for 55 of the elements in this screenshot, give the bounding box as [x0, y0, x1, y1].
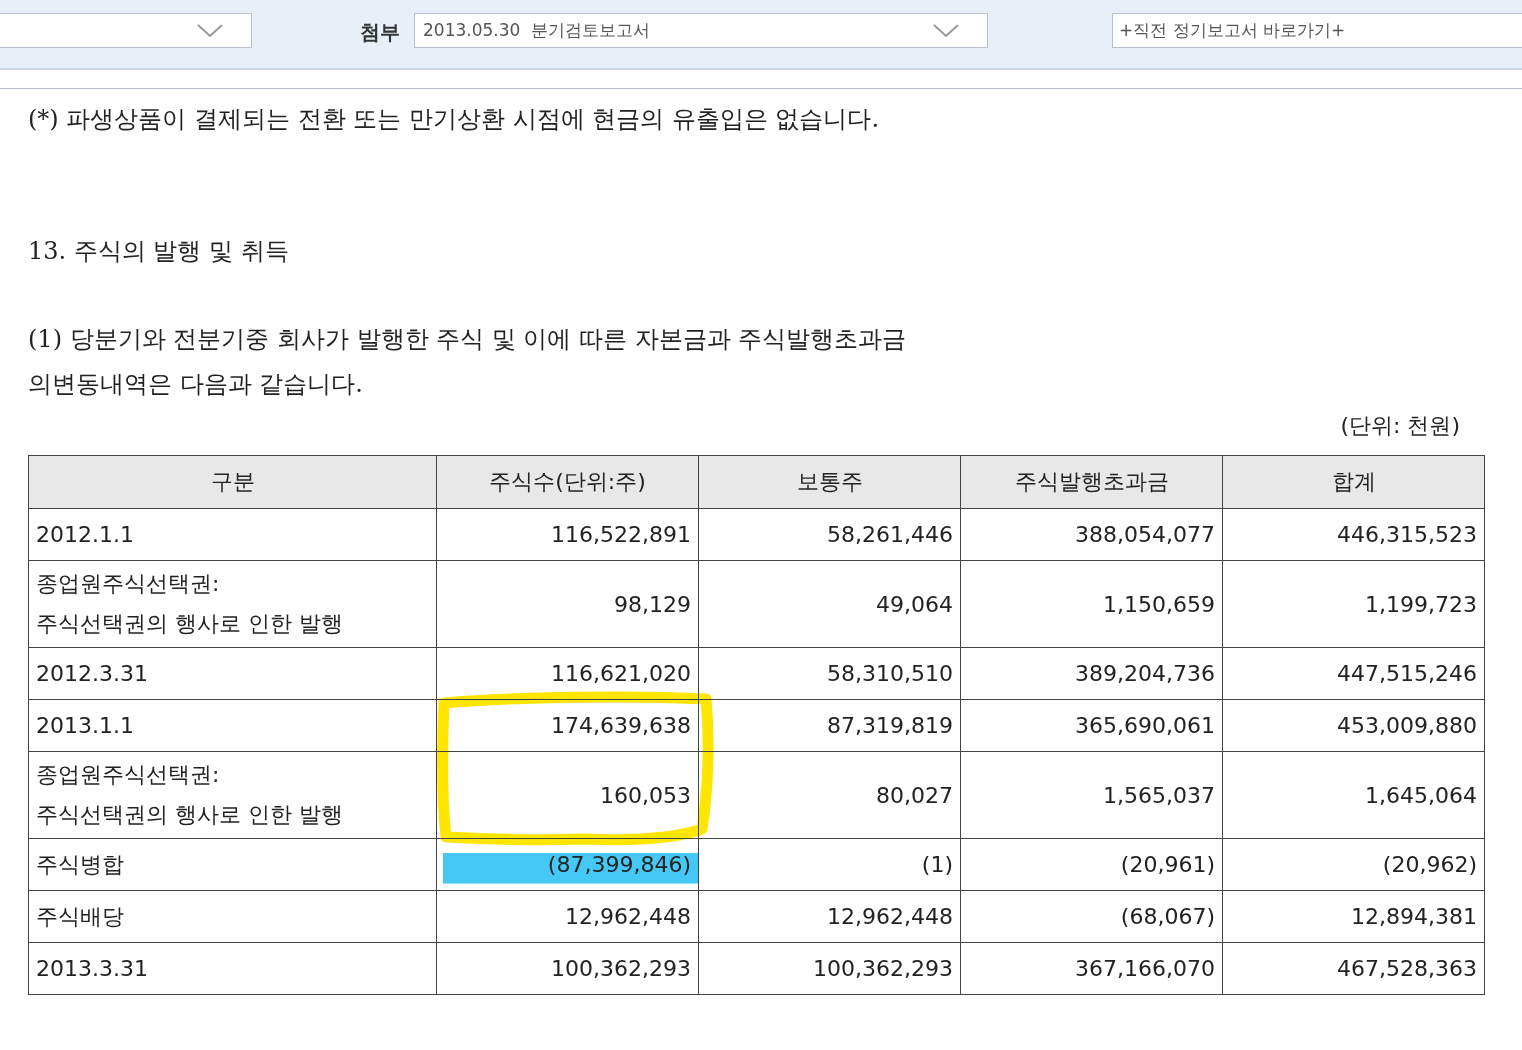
table-cell: 2012.1.1 — [28, 508, 437, 561]
table-cell: 49,064 — [698, 560, 961, 648]
table-cell: (68,067) — [960, 890, 1223, 943]
chevron-down-icon — [933, 23, 959, 38]
column-header: 합계 — [1222, 455, 1485, 509]
table-cell: 58,261,446 — [698, 508, 961, 561]
column-header: 보통주 — [698, 455, 961, 509]
attach-label: 첨부 — [360, 19, 400, 46]
table-cell: 1,565,037 — [960, 751, 1223, 839]
table-cell: 367,166,070 — [960, 942, 1223, 995]
table-cell: 종업원주식선택권: 주식선택권의 행사로 인한 발행 — [28, 751, 437, 839]
chevron-down-icon — [197, 23, 223, 38]
section-title: 13. 주식의 발행 및 취득 — [28, 236, 290, 267]
table-cell: 12,962,448 — [436, 890, 699, 943]
table-cell: 100,362,293 — [436, 942, 699, 995]
shortcut-field[interactable]: +직전 정기보고서 바로가기+ — [1112, 13, 1522, 48]
table-cell: (20,962) — [1222, 838, 1485, 891]
table-cell: 58,310,510 — [698, 647, 961, 700]
unit-label: (단위: 천원) — [1340, 412, 1460, 440]
table-cell: (20,961) — [960, 838, 1223, 891]
note-text: (*) 파생상품이 결제되는 전환 또는 만기상환 시점에 현금의 유출입은 없습니다. — [28, 104, 880, 135]
table-cell: 2013.1.1 — [28, 699, 437, 752]
table-cell: 1,199,723 — [1222, 560, 1485, 648]
table-cell: 100,362,293 — [698, 942, 961, 995]
table-cell: 87,319,819 — [698, 699, 961, 752]
table-cell: 116,522,891 — [436, 508, 699, 561]
table-cell: 467,528,363 — [1222, 942, 1485, 995]
table-cell: 453,009,880 — [1222, 699, 1485, 752]
column-header: 주식수(단위:주) — [436, 455, 699, 509]
attachment-select[interactable]: 2013.05.30 분기검토보고서 — [414, 13, 988, 48]
table-cell: 174,639,638 — [436, 699, 699, 752]
table-cell: 2012.3.31 — [28, 647, 437, 700]
table-cell: 160,053 — [436, 751, 699, 839]
table-cell: 447,515,246 — [1222, 647, 1485, 700]
table-cell: 389,204,736 — [960, 647, 1223, 700]
table-cell: 98,129 — [436, 560, 699, 648]
table-cell: 12,894,381 — [1222, 890, 1485, 943]
table-cell: 80,027 — [698, 751, 961, 839]
table-cell: 주식배당 — [28, 890, 437, 943]
table-cell: 1,645,064 — [1222, 751, 1485, 839]
paragraph-text: (1) 당분기와 전분기중 회사가 발행한 주식 및 이에 따른 자본금과 주식발행초과금 의변동내역은 다음과 같습니다. — [28, 324, 908, 400]
table-cell: 주식병합 — [28, 838, 437, 891]
table-cell: 365,690,061 — [960, 699, 1223, 752]
table-cell: 1,150,659 — [960, 560, 1223, 648]
table-cell: 종업원주식선택권: 주식선택권의 행사로 인한 발행 — [28, 560, 437, 648]
table-cell: (87,399,846) — [436, 838, 699, 891]
report-select[interactable] — [0, 13, 252, 48]
table-cell: (1) — [698, 838, 961, 891]
table-cell: 116,621,020 — [436, 647, 699, 700]
table-cell: 446,315,523 — [1222, 508, 1485, 561]
column-header: 주식발행초과금 — [960, 455, 1223, 509]
column-header: 구분 — [28, 455, 437, 509]
table-cell: 12,962,448 — [698, 890, 961, 943]
table-cell: 388,054,077 — [960, 508, 1223, 561]
table-cell: 2013.3.31 — [28, 942, 437, 995]
